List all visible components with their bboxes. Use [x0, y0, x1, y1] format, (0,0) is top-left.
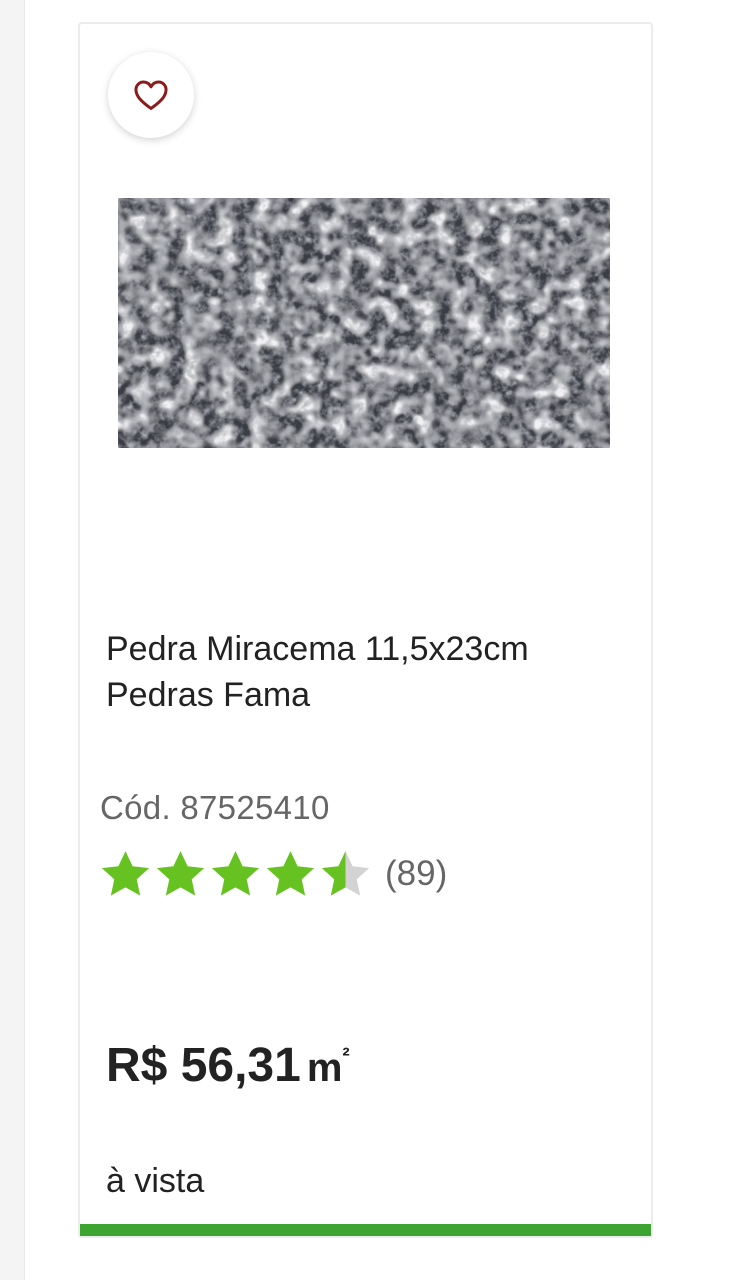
heart-icon: [134, 80, 168, 110]
favorite-button[interactable]: [108, 52, 194, 138]
product-card[interactable]: Pedra Miracema 11,5x23cm Pedras Fama Cód…: [78, 22, 653, 1238]
star-icon: [101, 850, 150, 896]
payment-condition: à vista: [106, 1162, 205, 1200]
price-unit-base: m: [306, 1046, 343, 1090]
price-unit: m²: [306, 1043, 350, 1090]
rating-stars: [98, 847, 373, 902]
price: R$ 56,31 m²: [106, 1038, 350, 1093]
star-icon: [266, 850, 315, 896]
half-star-icon: [321, 850, 370, 896]
star-icon: [156, 850, 205, 896]
price-amount: R$ 56,31: [106, 1039, 301, 1092]
page-edge: [0, 0, 25, 1280]
stone-tile-image: [118, 198, 610, 448]
product-code: Cód. 87525410: [100, 789, 330, 826]
rating[interactable]: (89): [98, 844, 447, 904]
product-title[interactable]: Pedra Miracema 11,5x23cm Pedras Fama: [106, 626, 626, 718]
star-icon: [211, 850, 260, 896]
card-accent-bar: [80, 1224, 651, 1236]
product-image[interactable]: [118, 198, 610, 448]
price-unit-exponent: ²: [342, 1043, 350, 1068]
review-count[interactable]: (89): [385, 854, 447, 894]
